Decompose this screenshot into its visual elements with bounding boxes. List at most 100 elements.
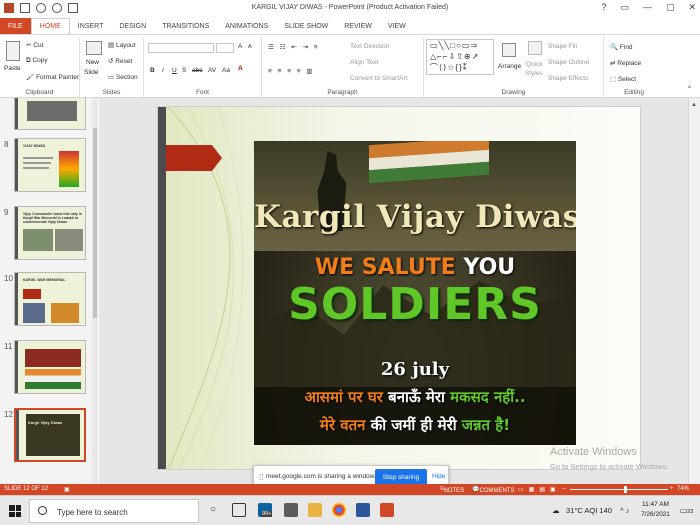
change-case-button[interactable]: Aa	[222, 67, 230, 74]
underline-button[interactable]: U	[172, 67, 177, 74]
windows-start-icon[interactable]	[9, 505, 21, 517]
mail-badge: 99+	[261, 511, 273, 517]
thumb-heading: Vijay Commander leads this rally in Karg…	[23, 212, 82, 224]
proofing-icon[interactable]: ▣	[64, 486, 70, 493]
tab-design[interactable]: DESIGN	[111, 18, 154, 34]
shape-fill-button[interactable]: Shape Fill	[548, 43, 577, 50]
arrange-icon[interactable]	[502, 43, 516, 57]
chrome-icon[interactable]	[332, 503, 346, 517]
convert-smartart-button[interactable]: Convert to SmartArt	[350, 75, 407, 82]
tab-home[interactable]: HOME	[30, 18, 70, 34]
shape-outline-button[interactable]: Shape Outline	[548, 59, 589, 66]
thumbnail-slide-8[interactable]: VIJAY DIWAS	[14, 138, 86, 192]
group-clipboard: Paste ✂ Cut ⧉ Copy 🖌 Format Painter Clip…	[0, 37, 80, 97]
minimize-button[interactable]: —	[643, 2, 652, 13]
collapse-ribbon-icon[interactable]: ^	[688, 85, 691, 92]
zoom-slider-knob[interactable]	[624, 486, 627, 493]
font-size-box[interactable]	[216, 43, 234, 53]
italic-button[interactable]: I	[162, 67, 164, 74]
tab-insert[interactable]: INSERT	[70, 18, 112, 34]
thumbnail-scrollbar[interactable]	[92, 98, 98, 484]
tab-animations[interactable]: ANIMATIONS	[217, 18, 276, 34]
replace-button[interactable]: ⇄ Replace	[610, 59, 641, 67]
copy-button[interactable]: ⧉ Copy	[26, 57, 48, 65]
new-slide-button[interactable]: New	[86, 59, 99, 66]
file-explorer-icon[interactable]	[308, 503, 322, 517]
ribbon-display-button[interactable]: ▭	[620, 2, 629, 13]
paste-icon[interactable]	[6, 41, 20, 61]
cut-button[interactable]: ✂ Cut	[26, 41, 43, 49]
shape-effects-button[interactable]: Shape Effects	[548, 75, 588, 82]
close-button[interactable]: ✕	[688, 2, 696, 13]
list-buttons[interactable]: ☰ ☷ ⇤ ⇥ ≡	[268, 43, 320, 51]
status-bar: SLIDE 12 OF 12 ▣ ≡ NOTES 💬 COMMENTS ▭▦▤▣…	[0, 484, 700, 495]
arrange-button[interactable]: Arrange	[498, 63, 521, 70]
thumbnail-scroll-thumb[interactable]	[93, 128, 97, 318]
notification-center-icon[interactable]: ▭23	[680, 506, 693, 515]
zoom-in-button[interactable]: +	[670, 486, 674, 492]
tab-file[interactable]: FILE	[0, 18, 31, 34]
zoom-out-button[interactable]: –	[562, 486, 565, 492]
thumbnail-slide-11[interactable]	[14, 340, 86, 394]
shrink-font-button[interactable]: A	[248, 44, 252, 50]
align-text-button[interactable]: Align Text	[350, 59, 378, 66]
store-icon[interactable]	[284, 503, 298, 517]
new-slide-button-line2[interactable]: Slide	[84, 69, 98, 76]
weather-icon[interactable]: ☁	[552, 506, 560, 515]
tab-slide-show[interactable]: SLIDE SHOW	[276, 18, 336, 34]
font-name-box[interactable]	[148, 43, 214, 53]
view-buttons[interactable]: ▭▦▤▣	[518, 486, 561, 493]
reset-button[interactable]: ↺ Reset	[108, 57, 132, 65]
alignment-buttons[interactable]: ≡ ≡ ≡ ≡ ▥	[268, 67, 315, 75]
quick-styles-icon[interactable]	[528, 41, 542, 55]
weather-status[interactable]: 31°C AQI 140	[566, 506, 612, 515]
powerpoint-icon[interactable]	[380, 503, 394, 517]
scroll-up-icon[interactable]: ▲	[691, 102, 697, 108]
new-slide-icon[interactable]	[86, 41, 102, 55]
thumbnail-number: 8	[4, 140, 9, 149]
character-spacing-button[interactable]: AV	[208, 67, 216, 74]
drag-handle-icon[interactable]: ⁞⁞	[259, 473, 263, 482]
font-color-button[interactable]: A	[238, 65, 243, 72]
shapes-gallery[interactable]: ▭╲╲□○▭⇒ △⌐⌐⇩⇧⊕↗ ⌒⟨⟩☆{}⁑	[426, 39, 494, 75]
layout-button[interactable]: ▤ Layout	[108, 41, 135, 49]
thumb-bar	[15, 207, 18, 259]
tab-transitions[interactable]: TRANSITIONS	[154, 18, 217, 34]
find-button[interactable]: 🔍 Find	[610, 43, 633, 51]
quick-styles-button-line2[interactable]: Styles	[525, 70, 543, 77]
help-button[interactable]: ?	[601, 2, 606, 13]
format-painter-button[interactable]: 🖌 Format Painter	[26, 73, 79, 81]
word-icon[interactable]	[356, 503, 370, 517]
text-direction-button[interactable]: Text Direction	[350, 43, 389, 50]
paste-button[interactable]: Paste	[4, 65, 21, 72]
task-view-icon[interactable]: ○	[210, 504, 216, 515]
notes-button[interactable]: ≡ NOTES	[440, 486, 464, 494]
taskbar-search-box[interactable]: Type here to search	[29, 499, 199, 523]
tab-view[interactable]: VIEW	[380, 18, 414, 34]
current-slide[interactable]: Kargil Vijay Diwas WE SALUTE YOU SOLDIER…	[157, 106, 641, 470]
kargil-poster-image[interactable]: Kargil Vijay Diwas WE SALUTE YOU SOLDIER…	[254, 141, 576, 445]
thumbnail-slide-9[interactable]: Vijay Commander leads this rally in Karg…	[14, 206, 86, 260]
hide-button[interactable]: Hide	[432, 473, 445, 480]
zoom-level[interactable]: 74%	[677, 486, 689, 492]
thumbnail-slide-10[interactable]: KARGIL WAR MEMORIAL	[14, 272, 86, 326]
strikethrough-button[interactable]: abc	[192, 67, 202, 74]
thumb-heading: KARGIL WAR MEMORIAL	[23, 278, 66, 282]
editor-scrollbar[interactable]: ▲	[688, 98, 700, 484]
maximize-button[interactable]: ▢	[666, 2, 675, 13]
bold-button[interactable]: B	[150, 67, 155, 74]
shadow-button[interactable]: S	[182, 67, 186, 74]
tab-review[interactable]: REVIEW	[336, 18, 380, 34]
taskbar-clock[interactable]: 11:47 AM 7/26/2021	[641, 500, 670, 520]
group-font: A A B I U S abc AV Aa A Font	[144, 37, 262, 97]
quick-styles-button[interactable]: Quick	[526, 61, 543, 68]
grow-font-button[interactable]: A	[238, 43, 242, 50]
section-button[interactable]: ▭ Section	[108, 73, 138, 81]
comments-button[interactable]: 💬 COMMENTS	[472, 486, 514, 494]
task-view-button-icon[interactable]	[232, 503, 246, 517]
select-button[interactable]: ⬚ Select	[610, 75, 636, 83]
system-tray-icons[interactable]: ^ ♪	[620, 506, 629, 515]
zoom-slider[interactable]	[570, 489, 668, 490]
thumbnail-slide-7[interactable]	[14, 98, 86, 130]
thumbnail-slide-12[interactable]: Kargil Vijay Diwas	[14, 408, 86, 462]
